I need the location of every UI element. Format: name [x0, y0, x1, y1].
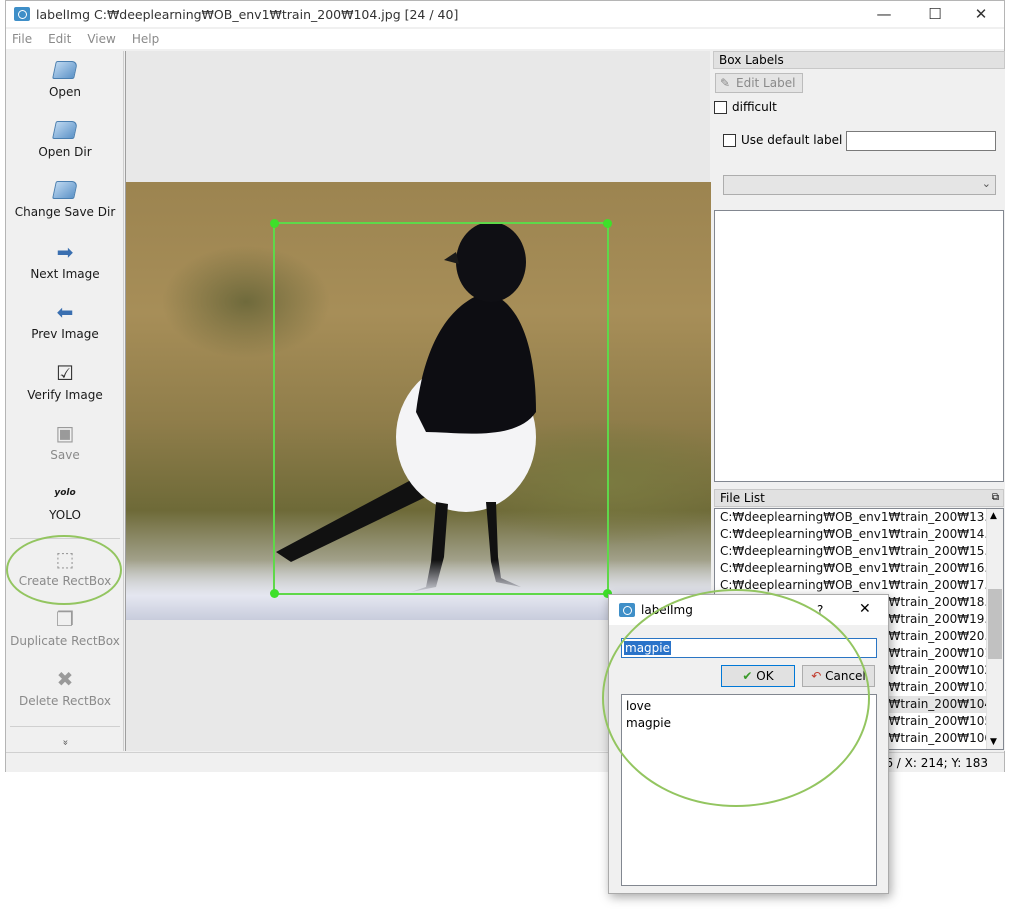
file-list-item[interactable]: C:₩deeplearning₩OB_env1₩train_200₩15.jpg: [715, 543, 1003, 560]
app-icon: [14, 7, 30, 21]
floppy-disk-icon: ▣: [55, 421, 75, 445]
file-list-item[interactable]: C:₩deeplearning₩OB_env1₩train_200₩16.jpg: [715, 560, 1003, 577]
open-dir-label: Open Dir: [38, 145, 92, 159]
verify-image-button[interactable]: ☑ Verify Image: [6, 362, 124, 402]
next-image-label: Next Image: [30, 267, 100, 281]
yolo-button[interactable]: yolo YOLO: [6, 482, 124, 522]
arrow-right-icon: ➡: [56, 240, 74, 264]
bbox-corner-handle[interactable]: [603, 219, 612, 228]
edit-label-button[interactable]: ✎ Edit Label: [715, 73, 803, 93]
more-tools-icon[interactable]: »: [60, 737, 71, 749]
checkbox-icon: ☑: [56, 361, 74, 385]
change-save-dir-button[interactable]: Change Save Dir: [6, 181, 124, 219]
prev-image-label: Prev Image: [31, 327, 99, 341]
magpie-photo: [126, 182, 711, 620]
file-list-scrollbar[interactable]: ▲ ▼: [986, 509, 1003, 749]
save-label: Save: [50, 448, 80, 462]
window-title: labelImg C:₩deeplearning₩OB_env1₩train_2…: [36, 6, 459, 22]
open-label: Open: [48, 85, 82, 99]
highlight-ellipse: [6, 535, 122, 605]
default-label-input[interactable]: [846, 131, 996, 151]
folder-icon: [52, 61, 78, 79]
verify-image-label: Verify Image: [27, 388, 103, 402]
delete-rectbox-button[interactable]: ✖ Delete RectBox: [6, 668, 124, 708]
dialog-close-icon[interactable]: ✕: [859, 601, 871, 617]
minimize-button[interactable]: —: [861, 1, 907, 27]
status-text: 6 / X: 214; Y: 183: [885, 756, 988, 770]
delete-rectbox-label: Delete RectBox: [18, 694, 112, 708]
maximize-button[interactable]: ☐: [912, 1, 958, 27]
chevron-down-icon: ⌄: [981, 177, 991, 190]
save-button[interactable]: ▣ Save: [6, 422, 124, 462]
title-bar: labelImg C:₩deeplearning₩OB_env1₩train_2…: [6, 1, 1004, 27]
bounding-box[interactable]: [270, 219, 612, 598]
menu-file[interactable]: File: [12, 32, 32, 46]
box-labels-title: Box Labels: [713, 51, 1005, 69]
menu-view[interactable]: View: [87, 32, 115, 46]
file-list-title: File List ⧉: [714, 489, 1004, 507]
scrollbar-thumb[interactable]: [988, 589, 1002, 659]
duplicate-rectbox-label: Duplicate RectBox: [10, 634, 120, 648]
file-list-title-text: File List: [720, 491, 765, 505]
file-list-item[interactable]: C:₩deeplearning₩OB_env1₩train_200₩14.jpg: [715, 526, 1003, 543]
toolbar-divider: [10, 726, 120, 727]
folder-icon: [52, 121, 78, 139]
prev-image-button[interactable]: ⬅ Prev Image: [6, 301, 124, 341]
open-button[interactable]: Open: [6, 61, 124, 99]
highlight-ellipse: [602, 589, 870, 807]
undock-icon[interactable]: ⧉: [992, 490, 999, 506]
delete-x-icon: ✖: [56, 667, 74, 691]
menu-help[interactable]: Help: [132, 32, 159, 46]
bbox-corner-handle[interactable]: [270, 219, 279, 228]
menu-edit[interactable]: Edit: [48, 32, 71, 46]
label-list[interactable]: [714, 210, 1004, 482]
change-save-dir-label: Change Save Dir: [14, 205, 116, 219]
app-icon: [619, 603, 635, 617]
use-default-label-text: Use default label: [741, 133, 843, 147]
edit-label-text: Edit Label: [736, 76, 796, 90]
arrow-left-icon: ⬅: [56, 300, 74, 324]
folder-icon: [52, 181, 78, 199]
label-combobox[interactable]: ⌄: [723, 175, 996, 195]
scroll-down-icon[interactable]: ▼: [990, 737, 997, 747]
scroll-up-icon[interactable]: ▲: [990, 511, 997, 521]
file-list-item[interactable]: C:₩deeplearning₩OB_env1₩train_200₩13.jpg: [715, 509, 1003, 526]
duplicate-icon: ❐: [56, 607, 74, 631]
toolbar: Open Open Dir Change Save Dir ➡ Next Ima…: [6, 51, 124, 751]
bbox-corner-handle[interactable]: [270, 589, 279, 598]
difficult-label: difficult: [732, 100, 777, 114]
difficult-checkbox[interactable]: [714, 101, 727, 114]
duplicate-rectbox-button[interactable]: ❐ Duplicate RectBox: [6, 608, 124, 648]
open-dir-button[interactable]: Open Dir: [6, 121, 124, 159]
use-default-label-checkbox[interactable]: [723, 134, 736, 147]
yolo-label: YOLO: [49, 508, 81, 522]
yolo-icon: yolo: [54, 488, 76, 498]
edit-pencil-icon: ✎: [720, 76, 731, 90]
next-image-button[interactable]: ➡ Next Image: [6, 241, 124, 281]
close-button[interactable]: ✕: [958, 1, 1004, 27]
menu-bar: File Edit View Help: [6, 29, 1004, 49]
